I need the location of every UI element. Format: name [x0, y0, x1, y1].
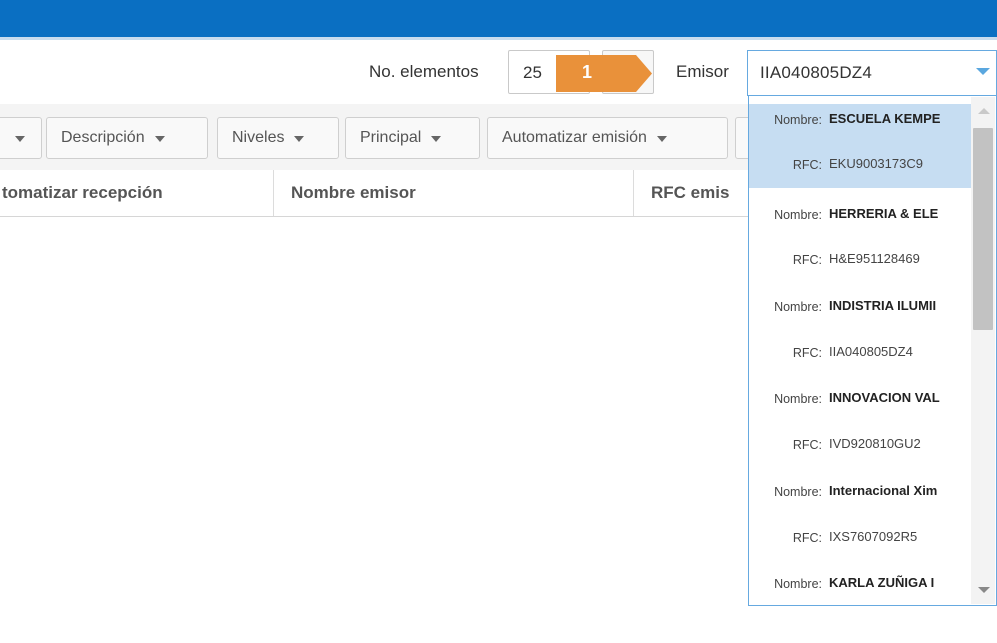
elements-value: 25: [523, 63, 542, 82]
filter-button-niveles[interactable]: Niveles: [217, 117, 339, 159]
item-value: IXS7607092R5: [829, 529, 918, 544]
item-key: Nombre:: [774, 300, 822, 314]
list-item[interactable]: Nombre: INDISTRIA ILUMII: [749, 291, 975, 321]
scroll-up-arrow-icon[interactable]: [978, 108, 990, 114]
emisor-select[interactable]: IIA040805DZ4: [747, 50, 997, 96]
item-key: Nombre:: [774, 392, 822, 406]
caret-down-icon: [154, 136, 165, 142]
item-value: EKU9003173C9: [829, 156, 923, 171]
emisor-value: IIA040805DZ4: [760, 63, 873, 82]
column-header-rfc-emisor[interactable]: RFC emis: [651, 183, 729, 203]
item-value: HERRERIA & ELE: [829, 206, 939, 221]
item-key: RFC:: [792, 531, 822, 545]
item-key: RFC:: [792, 346, 822, 360]
step-callout: 1: [556, 55, 652, 92]
list-item[interactable]: RFC: EKU9003173C9: [749, 141, 975, 188]
item-value: KARLA ZUÑIGA I: [829, 575, 935, 590]
item-key: Nombre:: [774, 113, 822, 127]
list-item[interactable]: RFC: H&E951128469: [749, 244, 975, 274]
list-item[interactable]: RFC: IIA040805DZ4: [749, 337, 975, 367]
item-key: Nombre:: [774, 577, 822, 591]
top-bar: [0, 0, 997, 40]
chevron-down-icon[interactable]: [976, 68, 990, 75]
caret-down-icon: [431, 136, 442, 142]
filter-button-principal[interactable]: Principal: [345, 117, 480, 159]
list-item[interactable]: RFC: IVD920810GU2: [749, 429, 975, 459]
item-value: IIA040805DZ4: [829, 344, 913, 359]
column-header-nombre-emisor[interactable]: Nombre emisor: [291, 183, 416, 203]
item-value: H&E951128469: [829, 251, 920, 266]
filter-label: Descripción: [61, 129, 145, 146]
caret-down-icon: [15, 136, 25, 142]
list-item[interactable]: Nombre: KARLA ZUÑIGA I: [749, 568, 975, 598]
filter-button-partial[interactable]: [0, 117, 42, 159]
elements-label: No. elementos: [369, 62, 479, 81]
caret-down-icon: [656, 136, 667, 142]
list-item[interactable]: Nombre: HERRERIA & ELE: [749, 199, 975, 229]
item-key: RFC:: [792, 438, 822, 452]
emisor-dropdown-list: Nombre: ESCUELA KEMPE RFC: EKU9003173C9 …: [748, 95, 997, 606]
item-value: Internacional Xim: [829, 483, 938, 498]
list-item[interactable]: Nombre: ESCUELA KEMPE: [749, 104, 975, 141]
item-key: RFC:: [792, 158, 822, 172]
column-divider: [273, 170, 274, 216]
filter-label: Niveles: [232, 129, 285, 146]
item-key: Nombre:: [774, 485, 822, 499]
caret-down-icon: [294, 136, 305, 142]
emisor-label: Emisor: [676, 62, 729, 81]
item-value: ESCUELA KEMPE: [829, 111, 941, 126]
column-divider: [633, 170, 634, 216]
filter-label: Automatizar emisión: [502, 129, 647, 146]
list-item[interactable]: Nombre: Internacional Xim: [749, 476, 975, 506]
item-value: INDISTRIA ILUMII: [829, 298, 937, 313]
item-key: RFC:: [792, 253, 822, 267]
item-value: INNOVACION VAL: [829, 390, 940, 405]
step-number: 1: [582, 62, 593, 82]
item-key: Nombre:: [774, 208, 822, 222]
list-item[interactable]: RFC: IXS7607092R5: [749, 522, 975, 552]
filter-button-descripcion[interactable]: Descripción: [46, 117, 208, 159]
list-item[interactable]: Nombre: INNOVACION VAL: [749, 383, 975, 413]
filter-button-automatizar-emision[interactable]: Automatizar emisión: [487, 117, 728, 159]
filter-label: Principal: [360, 129, 422, 146]
scrollbar-thumb[interactable]: [973, 128, 993, 330]
item-value: IVD920810GU2: [829, 436, 921, 451]
scroll-down-arrow-icon[interactable]: [978, 587, 990, 593]
column-header-automatizar-recepcion[interactable]: tomatizar recepción: [2, 183, 163, 203]
